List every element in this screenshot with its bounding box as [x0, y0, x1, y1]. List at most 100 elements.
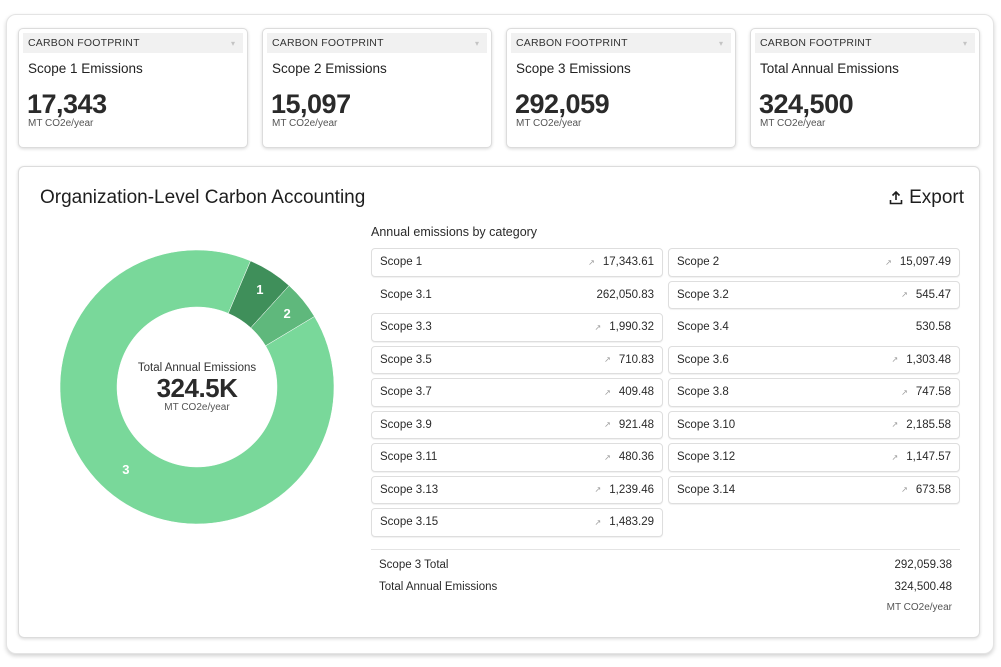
category-value-wrap: ↗ 1,303.48	[892, 354, 951, 366]
category-item[interactable]: Scope 3.2 ↗ 545.47	[668, 280, 960, 309]
category-label: Scope 3.13	[380, 483, 439, 496]
trend-arrow-icon: ↗	[901, 485, 908, 495]
chevron-down-icon[interactable]: ▾	[231, 39, 235, 48]
trend-arrow-icon: ↗	[891, 355, 899, 365]
kpi-card-header: CARBON FOOTPRINT ▾	[267, 33, 487, 53]
kpi-card-category: CARBON FOOTPRINT	[760, 37, 872, 49]
panel-title: Organization-Level Carbon Accounting	[40, 187, 366, 208]
category-label: Scope 3.14	[677, 483, 736, 496]
trend-arrow-icon: ↗	[604, 355, 611, 365]
category-item[interactable]: Scope 2 ↗ 15,097.49	[668, 248, 960, 277]
category-value: 710.83	[618, 353, 654, 366]
trend-arrow-icon: ↗	[594, 485, 602, 495]
category-label: Scope 3.3	[380, 321, 432, 334]
kpi-card-unit: MT CO2e/year	[272, 118, 338, 129]
kpi-card-title: Total Annual Emissions	[760, 61, 899, 76]
category-value-wrap: 530.58	[916, 321, 951, 333]
kpi-card-unit: MT CO2e/year	[760, 118, 826, 129]
category-value: 921.48	[618, 418, 654, 431]
category-value: 1,483.29	[609, 516, 654, 529]
kpi-card-category: CARBON FOOTPRINT	[516, 37, 628, 49]
export-label: Export	[909, 187, 964, 208]
kpi-card-value: 292,059	[515, 89, 610, 119]
totals-section: Scope 3 Total 292,059.38 Total Annual Em…	[371, 549, 960, 613]
trend-arrow-icon: ↗	[604, 452, 611, 462]
trend-arrow-icon: ↗	[604, 387, 611, 397]
category-item[interactable]: Scope 3.10 ↗ 2,185.58	[668, 410, 960, 439]
kpi-card: CARBON FOOTPRINT ▾ Scope 2 Emissions 15,…	[262, 28, 492, 148]
category-label: Scope 3.8	[677, 386, 729, 399]
category-item[interactable]: Scope 3.7 ↗ 409.48	[371, 378, 663, 407]
trend-arrow-icon: ↗	[891, 420, 899, 430]
category-value-wrap: ↗ 921.48	[604, 419, 654, 431]
category-label: Scope 2	[677, 256, 720, 269]
category-item[interactable]: Scope 3.13 ↗ 1,239.46	[371, 475, 663, 504]
category-value-wrap: ↗ 747.58	[901, 386, 951, 398]
kpi-card-value: 324,500	[759, 89, 854, 119]
scope3-total-row: Scope 3 Total 292,059.38	[371, 554, 960, 576]
category-value: 480.36	[618, 451, 654, 464]
category-item[interactable]: Scope 3.14 ↗ 673.58	[668, 475, 960, 504]
category-item[interactable]: Scope 3.6 ↗ 1,303.48	[668, 345, 960, 374]
kpi-card-category: CARBON FOOTPRINT	[28, 37, 140, 49]
category-item[interactable]: Scope 3.11 ↗ 480.36	[371, 443, 663, 472]
category-item[interactable]: Scope 3.15 ↗ 1,483.29	[371, 508, 663, 537]
donut-center-value: 324.5K	[156, 372, 238, 403]
chevron-down-icon[interactable]: ▾	[963, 39, 967, 48]
carbon-accounting-panel: Organization-Level Carbon Accounting Exp…	[18, 166, 980, 638]
category-item[interactable]: Scope 3.3 ↗ 1,990.32	[371, 313, 663, 342]
category-value-wrap: ↗ 409.48	[604, 386, 654, 398]
kpi-card-title: Scope 2 Emissions	[272, 61, 387, 76]
category-value: 747.58	[915, 386, 951, 399]
category-item[interactable]: Scope 3.12 ↗ 1,147.57	[668, 443, 960, 472]
category-label: Scope 3.6	[677, 353, 729, 366]
category-value-wrap: ↗ 17,343.61	[588, 256, 654, 268]
chevron-down-icon[interactable]: ▾	[475, 39, 479, 48]
donut-center-label: Total Annual Emissions	[137, 361, 257, 374]
kpi-card-header: CARBON FOOTPRINT ▾	[511, 33, 731, 53]
trend-arrow-icon: ↗	[594, 322, 602, 332]
trend-arrow-icon: ↗	[588, 257, 595, 267]
category-label: Scope 3.11	[380, 451, 438, 464]
chevron-down-icon[interactable]: ▾	[719, 39, 723, 48]
category-value: 673.58	[915, 483, 951, 496]
total-label: Total Annual Emissions	[379, 581, 498, 593]
kpi-card-value: 15,097	[271, 89, 351, 119]
category-value: 1,990.32	[609, 321, 654, 334]
category-item[interactable]: Scope 3.9 ↗ 921.48	[371, 410, 663, 439]
export-button[interactable]: Export	[889, 187, 964, 209]
category-label: Scope 3.5	[380, 353, 432, 366]
category-label: Scope 3.10	[677, 418, 736, 431]
donut-center-unit: MT CO2e/year	[164, 401, 230, 413]
kpi-card-title: Scope 1 Emissions	[28, 61, 143, 76]
category-label: Scope 3.1	[380, 288, 432, 301]
category-item[interactable]: Scope 3.5 ↗ 710.83	[371, 345, 663, 374]
category-value: 409.48	[618, 386, 654, 399]
kpi-card-unit: MT CO2e/year	[516, 118, 582, 129]
category-value: 17,343.61	[602, 256, 654, 269]
category-value-wrap: 262,050.83	[596, 289, 654, 301]
category-value: 2,185.58	[906, 418, 951, 431]
category-item[interactable]: Scope 3.8 ↗ 747.58	[668, 378, 960, 407]
category-grid: Scope 1 ↗ 17,343.61 Scope 2 ↗ 15,097.49 …	[371, 248, 960, 537]
kpi-card-unit: MT CO2e/year	[28, 118, 94, 129]
trend-arrow-icon: ↗	[891, 452, 899, 462]
category-value-wrap: ↗ 1,483.29	[595, 516, 654, 528]
category-value-wrap: ↗ 673.58	[901, 484, 951, 496]
category-value-wrap: ↗ 1,239.46	[595, 484, 654, 496]
category-item[interactable]: Scope 1 ↗ 17,343.61	[371, 248, 663, 277]
total-annual-row: Total Annual Emissions 324,500.48	[371, 576, 960, 598]
total-value: 292,059.38	[894, 559, 952, 571]
category-label: Scope 3.2	[677, 288, 729, 301]
category-label: Scope 3.7	[380, 386, 432, 399]
category-value-wrap: ↗ 545.47	[901, 289, 951, 301]
category-value: 545.47	[915, 288, 951, 301]
category-value: 262,050.83	[596, 288, 654, 301]
kpi-card-title: Scope 3 Emissions	[516, 61, 631, 76]
category-item[interactable]: Scope 3.1 262,050.83	[371, 280, 663, 309]
category-value-wrap: ↗ 15,097.49	[885, 256, 951, 268]
category-label: Scope 3.12	[677, 451, 736, 464]
emissions-donut-chart: 312 Total Annual Emissions 324.5K MT CO2…	[59, 249, 335, 525]
category-value-wrap: ↗ 1,147.57	[892, 451, 951, 463]
category-item[interactable]: Scope 3.4 530.58	[668, 313, 960, 342]
